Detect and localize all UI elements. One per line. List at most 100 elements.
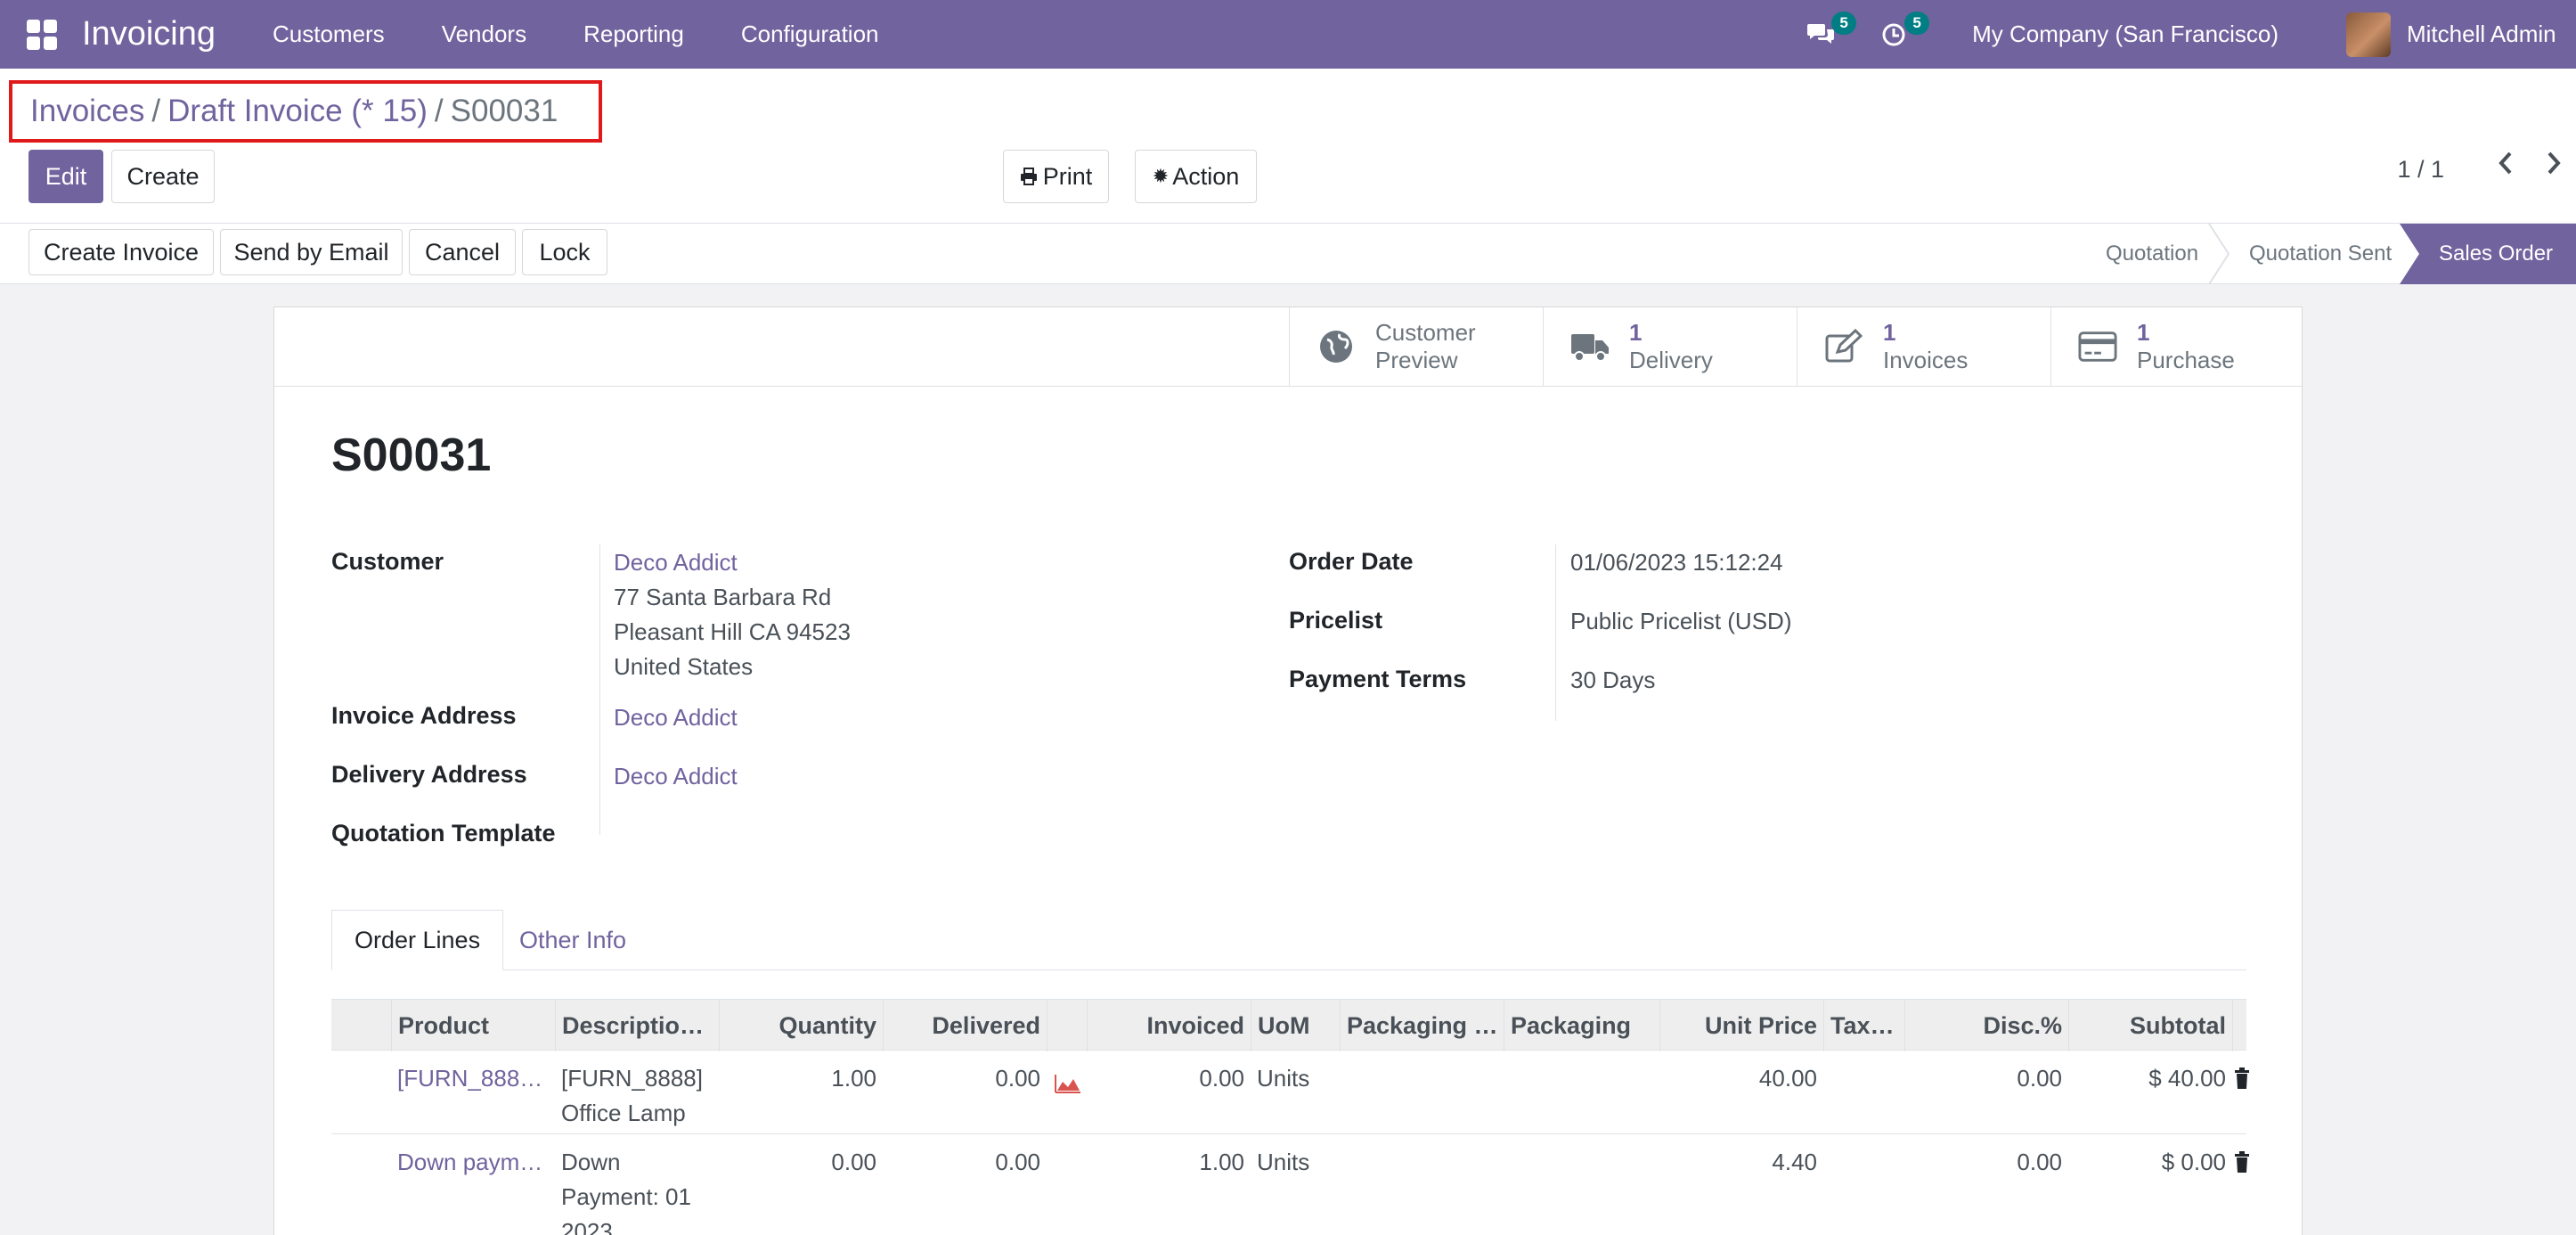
pricelist-label: Pricelist xyxy=(1289,607,1383,634)
column-product[interactable]: Product xyxy=(391,1000,555,1051)
pager-value[interactable]: 1 / 1 xyxy=(2397,156,2444,184)
column-quantity[interactable]: Quantity xyxy=(719,1000,883,1051)
action-button-label: Action xyxy=(1172,162,1240,190)
row-unit-price[interactable]: 4.40 xyxy=(1659,1145,1823,1180)
column-handle xyxy=(331,1000,391,1051)
invoice-address-link[interactable]: Deco Addict xyxy=(614,700,738,735)
order-lines-table: Product Descriptio… Quantity Delivered I… xyxy=(331,999,2249,1235)
send-by-email-button[interactable]: Send by Email xyxy=(220,229,403,275)
row-delivered: 0.00 xyxy=(995,1149,1040,1175)
column-taxes[interactable]: Tax… xyxy=(1823,1000,1904,1051)
table-header: Product Descriptio… Quantity Delivered I… xyxy=(331,999,2246,1051)
order-date-field[interactable]: 01/06/2023 15:12:24 xyxy=(1570,545,1783,580)
action-button[interactable]: ✹ Action xyxy=(1135,150,1257,203)
row-unit-price[interactable]: 40.00 xyxy=(1659,1061,1823,1096)
breadcrumb: Invoices / Draft Invoice (* 15) / S00031 xyxy=(9,80,602,143)
column-unit-price[interactable]: Unit Price xyxy=(1659,1000,1823,1051)
invoices-label: Invoices xyxy=(1883,347,1969,373)
chevron-left-icon xyxy=(2499,151,2512,175)
column-packaging-qty[interactable]: Packaging … xyxy=(1340,1000,1504,1051)
trash-icon[interactable] xyxy=(2234,1150,2250,1174)
table-row[interactable]: Down paym… Down Payment: 01 2023 0.00 0.… xyxy=(331,1134,2249,1235)
breadcrumb-draft-invoice[interactable]: Draft Invoice (* 15) xyxy=(167,94,428,129)
payment-terms-label: Payment Terms xyxy=(1289,666,1467,692)
user-menu[interactable]: Mitchell Admin xyxy=(2407,20,2576,48)
pager-previous-icon[interactable] xyxy=(2498,151,2514,183)
menu-customers[interactable]: Customers xyxy=(244,20,413,48)
column-subtotal[interactable]: Subtotal xyxy=(2068,1000,2232,1051)
control-panel: Invoices / Draft Invoice (* 15) / S00031… xyxy=(0,69,2576,224)
tab-order-lines[interactable]: Order Lines xyxy=(331,910,504,970)
invoices-button[interactable]: 1 Invoices xyxy=(1797,307,2050,386)
activities-icon[interactable]: 5 xyxy=(1878,11,1930,51)
row-product[interactable]: Down paym… xyxy=(391,1145,555,1180)
menu-reporting[interactable]: Reporting xyxy=(555,20,713,48)
table-row[interactable]: [FURN_888… [FURN_8888] Office Lamp 1.00 … xyxy=(331,1051,2249,1134)
row-description[interactable]: [FURN_8888] Office Lamp xyxy=(555,1061,719,1131)
field-divider xyxy=(1555,544,1556,721)
delivery-address-label: Delivery Address xyxy=(331,761,527,788)
row-discount[interactable]: 0.00 xyxy=(1904,1145,2068,1180)
column-invoiced[interactable]: Invoiced xyxy=(1087,1000,1251,1051)
activities-badge: 5 xyxy=(1904,11,1930,35)
apps-menu-icon[interactable] xyxy=(27,19,57,50)
smart-buttons: Customer Preview 1 Delivery 1 Invoices 1… xyxy=(274,307,2302,387)
company-switcher[interactable]: My Company (San Francisco) xyxy=(1972,20,2278,48)
lock-button[interactable]: Lock xyxy=(522,229,607,275)
tab-other-info[interactable]: Other Info xyxy=(497,910,648,970)
delivery-count: 1 xyxy=(1629,319,1643,346)
menu-configuration[interactable]: Configuration xyxy=(713,20,908,48)
stage-sales-order[interactable]: Sales Order xyxy=(2400,224,2576,284)
column-delivered[interactable]: Delivered xyxy=(883,1000,1047,1051)
customer-address-line-3: United States xyxy=(614,653,754,680)
row-discount[interactable]: 0.00 xyxy=(1904,1061,2068,1096)
customer-address-line-1: 77 Santa Barbara Rd xyxy=(614,584,832,610)
row-quantity[interactable]: 0.00 xyxy=(719,1145,883,1180)
delivery-address-link[interactable]: Deco Addict xyxy=(614,759,738,794)
delivery-button[interactable]: 1 Delivery xyxy=(1543,307,1797,386)
clock-icon xyxy=(1882,23,1905,45)
notebook-tabs: Order Lines Other Info xyxy=(331,910,2246,970)
row-uom[interactable]: Units xyxy=(1251,1061,1340,1096)
trash-icon[interactable] xyxy=(2234,1067,2250,1090)
breadcrumb-current: S00031 xyxy=(450,94,558,128)
row-description[interactable]: Down Payment: 01 2023 xyxy=(555,1145,719,1235)
credit-card-icon xyxy=(2078,327,2117,366)
forecast-chart-icon[interactable] xyxy=(1048,1068,1084,1103)
customer-preview-button[interactable]: Customer Preview xyxy=(1289,307,1543,386)
field-divider xyxy=(599,544,600,835)
create-invoice-button[interactable]: Create Invoice xyxy=(29,229,214,275)
user-avatar[interactable] xyxy=(2346,12,2391,57)
form-sheet: Customer Preview 1 Delivery 1 Invoices 1… xyxy=(273,307,2303,1235)
edit-button[interactable]: Edit xyxy=(29,150,103,203)
row-product[interactable]: [FURN_888… xyxy=(391,1061,555,1096)
column-description[interactable]: Descriptio… xyxy=(555,1000,719,1051)
column-discount[interactable]: Disc.% xyxy=(1904,1000,2068,1051)
globe-icon xyxy=(1317,327,1356,366)
column-delete xyxy=(2232,1000,2246,1051)
row-delivered: 0.00 xyxy=(995,1065,1040,1092)
row-subtotal: $ 0.00 xyxy=(2161,1149,2226,1175)
column-uom[interactable]: UoM xyxy=(1251,1000,1340,1051)
pricelist-field[interactable]: Public Pricelist (USD) xyxy=(1570,604,1792,639)
statusbar: Create Invoice Send by Email Cancel Lock… xyxy=(0,224,2576,284)
app-title[interactable]: Invoicing xyxy=(82,15,216,53)
cancel-button[interactable]: Cancel xyxy=(409,229,516,275)
column-packaging[interactable]: Packaging xyxy=(1504,1000,1659,1051)
print-button[interactable]: Print xyxy=(1003,150,1109,203)
payment-terms-field[interactable]: 30 Days xyxy=(1570,663,1655,698)
stage-quotation-sent[interactable]: Quotation Sent xyxy=(2249,224,2392,284)
stage-divider xyxy=(2208,224,2230,284)
delivery-label: Delivery xyxy=(1629,347,1713,373)
invoice-address-label: Invoice Address xyxy=(331,702,517,729)
pager-next-icon[interactable] xyxy=(2546,151,2562,183)
purchase-button[interactable]: 1 Purchase xyxy=(2050,307,2304,386)
create-button[interactable]: Create xyxy=(111,150,215,203)
messages-icon[interactable]: 5 xyxy=(1805,11,1857,51)
row-uom[interactable]: Units xyxy=(1251,1145,1340,1180)
customer-link[interactable]: Deco Addict xyxy=(614,545,851,580)
breadcrumb-invoices[interactable]: Invoices xyxy=(30,94,144,129)
stage-quotation[interactable]: Quotation xyxy=(2106,224,2198,284)
menu-vendors[interactable]: Vendors xyxy=(413,20,555,48)
row-quantity[interactable]: 1.00 xyxy=(719,1061,883,1096)
